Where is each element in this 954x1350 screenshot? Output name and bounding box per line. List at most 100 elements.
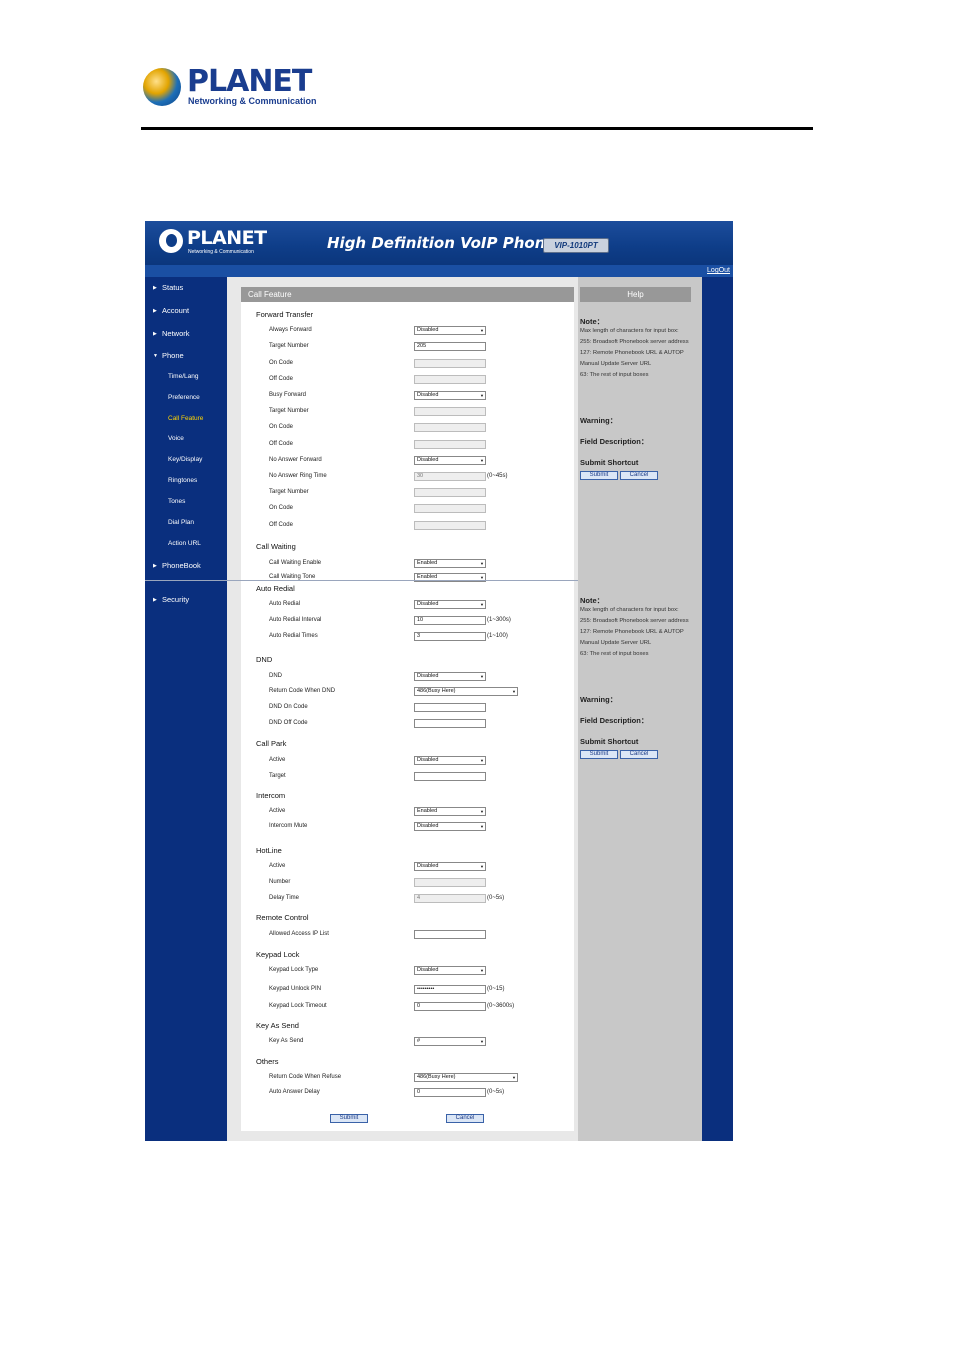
range-keypad-lock-timeout: (0~3600s)	[487, 1003, 515, 1009]
doc-logo-tagline: Networking & Communication	[188, 96, 317, 106]
keypad-lock-timeout-input[interactable]: 0	[414, 1002, 486, 1011]
page-title: Call Feature	[241, 287, 574, 302]
label-off-code-1: Off Code	[269, 376, 293, 382]
label-dnd: DND	[269, 673, 282, 679]
label-target-number-2: Target Number	[269, 408, 309, 414]
top-strip	[145, 265, 733, 277]
sidebar-sub-tones[interactable]: Tones	[168, 498, 185, 505]
return-code-refuse-select[interactable]: 486(Busy Here)	[414, 1073, 518, 1082]
target-number-2-input[interactable]	[414, 407, 486, 416]
sidebar-item-status[interactable]: ▶ Status	[153, 283, 183, 292]
label-allowed-ip: Allowed Access IP List	[269, 931, 329, 937]
label-dnd-off-code: DND Off Code	[269, 720, 308, 726]
sidebar-sub-call-feature[interactable]: Call Feature	[168, 415, 203, 422]
section-remote-control: Remote Control	[256, 913, 309, 922]
section-forward-transfer: Forward Transfer	[256, 310, 314, 319]
submit-button[interactable]: Submit	[330, 1114, 368, 1123]
label-auto-redial-interval: Auto Redial Interval	[269, 617, 322, 623]
target-number-1-input[interactable]: 205	[414, 342, 486, 351]
off-code-2-input[interactable]	[414, 440, 486, 449]
label-return-code-refuse: Return Code When Refuse	[269, 1074, 342, 1080]
range-auto-answer-delay: (0~5s)	[487, 1089, 505, 1095]
on-code-3-input[interactable]	[414, 504, 486, 513]
call-park-target-input[interactable]	[414, 772, 486, 781]
sidebar-item-network[interactable]: ▶ Network	[153, 329, 190, 338]
section-others: Others	[256, 1057, 279, 1066]
dnd-select[interactable]: Disabled	[414, 672, 486, 681]
dnd-off-code-input[interactable]	[414, 719, 486, 728]
dnd-on-code-input[interactable]	[414, 703, 486, 712]
target-number-3-input[interactable]	[414, 488, 486, 497]
label-target-number-3: Target Number	[269, 489, 309, 495]
no-answer-ring-time-input[interactable]: 30	[414, 472, 486, 481]
on-code-2-input[interactable]	[414, 423, 486, 432]
triangle-right-icon: ▶	[153, 308, 157, 314]
allowed-ip-input[interactable]	[414, 930, 486, 939]
auto-redial-times-input[interactable]: 3	[414, 632, 486, 641]
banner-brand: PLANET	[187, 227, 267, 249]
sidebar-sub-voice[interactable]: Voice	[168, 435, 184, 442]
sidebar-item-security[interactable]: ▶ Security	[153, 595, 189, 604]
help-field-description-heading: Field Description：	[580, 437, 649, 446]
hotline-number-input[interactable]	[414, 878, 486, 887]
help-cancel-button[interactable]: Cancel	[620, 471, 658, 480]
sidebar-sub-key-display[interactable]: Key/Display	[168, 456, 202, 463]
help-cancel-button-2[interactable]: Cancel	[620, 750, 658, 759]
sidebar-sub-preference[interactable]: Preference	[168, 394, 200, 401]
key-as-send-select[interactable]: #	[414, 1037, 486, 1046]
off-code-1-input[interactable]	[414, 375, 486, 384]
sidebar-sub-ringtones[interactable]: Ringtones	[168, 477, 197, 484]
range-hotline-delay: (0~5s)	[487, 895, 505, 901]
sidebar: ▶ Status ▶ Account ▶ Network ▼ Phone Time/La…	[145, 277, 227, 1141]
help-submit-shortcut-heading: Submit Shortcut	[580, 458, 639, 467]
right-margin	[702, 277, 733, 1141]
return-code-dnd-select[interactable]: 486(Busy Here)	[414, 687, 518, 696]
help-warning-heading-2: Warning：	[580, 695, 618, 704]
voip-web-ui: PLANET Networking & Communication High D…	[145, 221, 733, 1141]
help-note-text-2: Max length of characters for input box: …	[580, 607, 689, 657]
label-off-code-3: Off Code	[269, 522, 293, 528]
intercom-mute-select[interactable]: Disabled	[414, 822, 486, 831]
cancel-button[interactable]: Cancel	[446, 1114, 484, 1123]
no-answer-forward-select[interactable]: Disabled	[414, 456, 486, 465]
help-submit-button-2[interactable]: Submit	[580, 750, 618, 759]
hotline-active-select[interactable]: Disabled	[414, 862, 486, 871]
intercom-active-select[interactable]: Enabled	[414, 807, 486, 816]
help-submit-shortcut-heading-2: Submit Shortcut	[580, 737, 639, 746]
keypad-lock-type-select[interactable]: Disabled	[414, 966, 486, 975]
on-code-1-input[interactable]	[414, 359, 486, 368]
help-warning-heading: Warning：	[580, 416, 618, 425]
busy-forward-select[interactable]: Disabled	[414, 391, 486, 400]
auto-redial-select[interactable]: Disabled	[414, 600, 486, 609]
keypad-unlock-pin-input[interactable]: •••••••••	[414, 985, 486, 994]
label-keypad-unlock-pin: Keypad Unlock PIN	[269, 986, 322, 992]
label-target-number-1: Target Number	[269, 343, 309, 349]
sidebar-item-phonebook[interactable]: ▶ PhoneBook	[153, 561, 201, 570]
sidebar-sub-time-lang[interactable]: Time/Lang	[168, 373, 198, 380]
sidebar-sub-action-url[interactable]: Action URL	[168, 540, 201, 547]
hotline-delay-input[interactable]: 4	[414, 894, 486, 903]
label-call-waiting-enable: Call Waiting Enable	[269, 560, 322, 566]
call-waiting-enable-select[interactable]: Enabled	[414, 559, 486, 568]
label-call-park-target: Target	[269, 773, 286, 779]
label-no-answer-forward: No Answer Forward	[269, 457, 322, 463]
label-keypad-lock-type: Keypad Lock Type	[269, 967, 319, 973]
sidebar-item-phone[interactable]: ▼ Phone	[153, 351, 184, 360]
range-no-answer-ring-time: (0~45s)	[487, 473, 508, 479]
label-auto-redial-times: Auto Redial Times	[269, 633, 318, 639]
globe-icon	[143, 68, 181, 106]
call-park-active-select[interactable]: Disabled	[414, 756, 486, 765]
sidebar-sub-dial-plan[interactable]: Dial Plan	[168, 519, 194, 526]
label-intercom-mute: Intercom Mute	[269, 823, 308, 829]
auto-answer-delay-input[interactable]: 0	[414, 1088, 486, 1097]
auto-redial-interval-input[interactable]: 10	[414, 616, 486, 625]
help-submit-button[interactable]: Submit	[580, 471, 618, 480]
label-on-code-2: On Code	[269, 424, 294, 430]
label-hotline-active: Active	[269, 863, 286, 869]
section-dnd: DND	[256, 655, 273, 664]
off-code-3-input[interactable]	[414, 521, 486, 530]
label-always-forward: Always Forward	[269, 327, 312, 333]
always-forward-select[interactable]: Disabled	[414, 326, 486, 335]
sidebar-item-account[interactable]: ▶ Account	[153, 306, 189, 315]
logout-link[interactable]: LogOut	[707, 267, 730, 274]
